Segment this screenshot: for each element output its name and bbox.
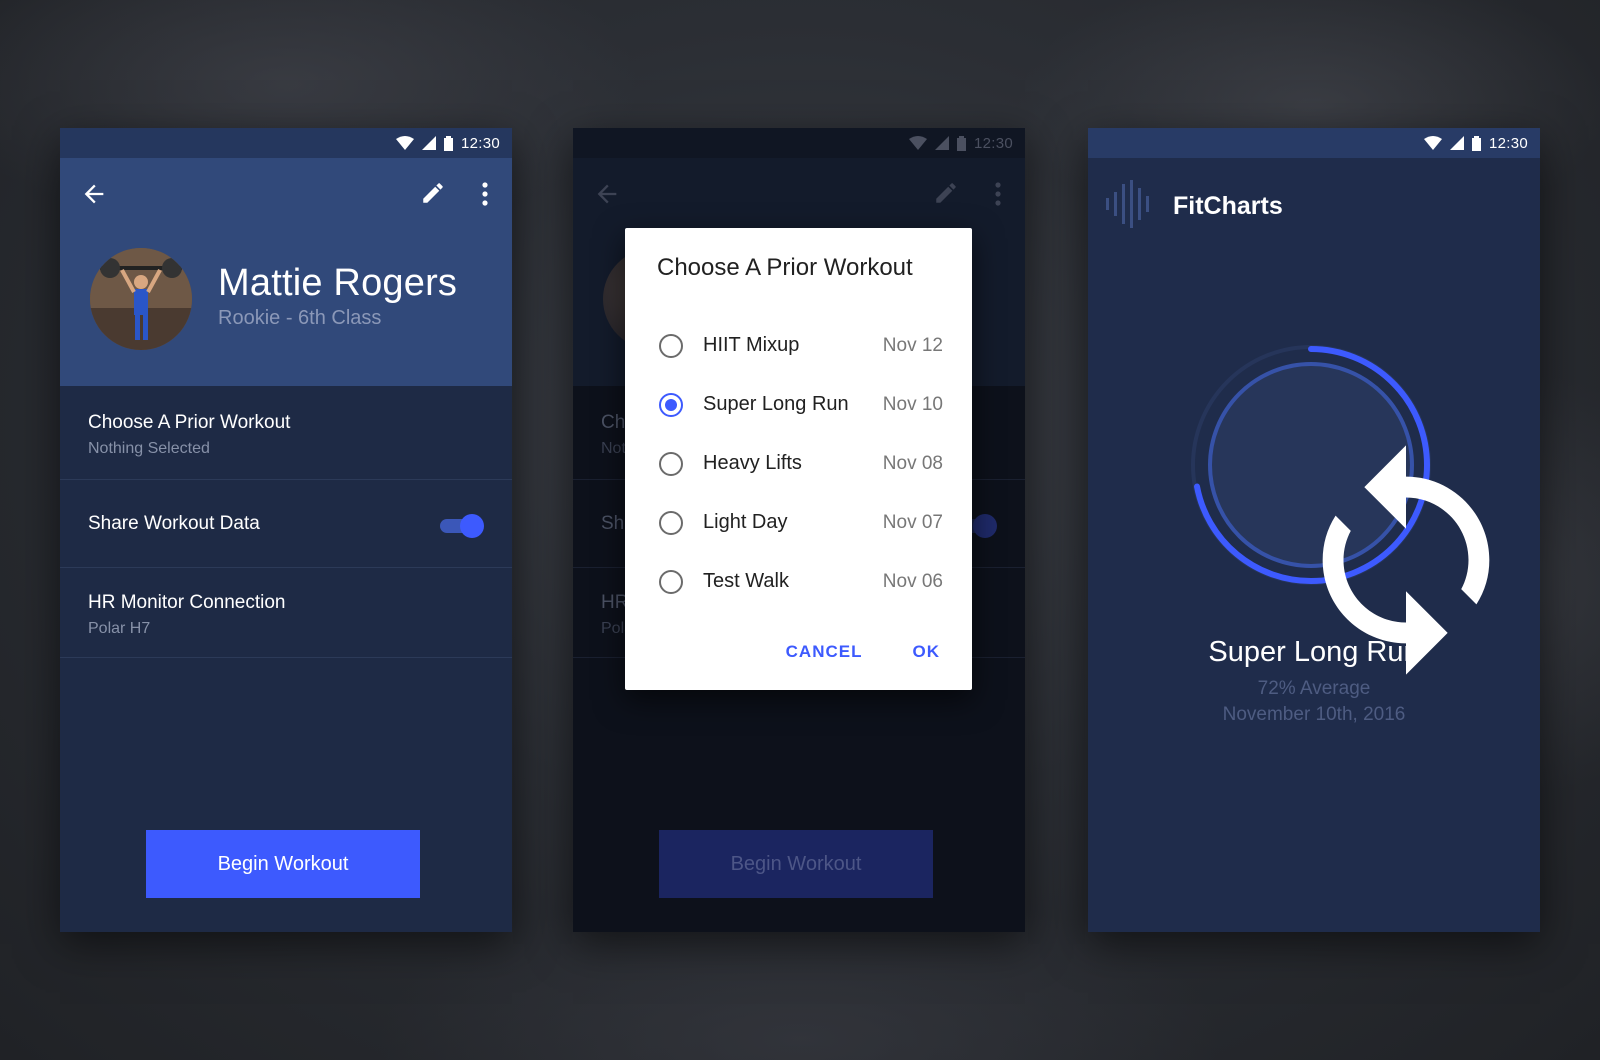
toolbar	[573, 158, 1025, 228]
app-title: FitCharts	[1173, 192, 1283, 220]
fitcharts-screen: 12:30 FitCharts Super Long Run 72% Avera…	[1088, 128, 1540, 932]
dialog-option[interactable]: Test Walk Nov 06	[659, 552, 943, 611]
workout-date: November 10th, 2016	[1222, 704, 1406, 725]
more-vert-icon[interactable]	[480, 180, 490, 208]
status-time: 12:30	[460, 134, 500, 152]
profile-screen: 12:30 Mattie Rogers Rookie - 6th Class C…	[60, 128, 512, 932]
wifi-icon	[1423, 136, 1442, 150]
status-time: 12:30	[973, 134, 1013, 152]
back-arrow-icon[interactable]	[80, 180, 108, 208]
share-data-title: Share Workout Data	[88, 512, 260, 534]
profile-name: Mattie Rogers	[218, 262, 458, 304]
option-label: Heavy Lifts	[703, 452, 802, 474]
dialog-option[interactable]: HIIT Mixup Nov 12	[659, 316, 943, 375]
status-time: 12:30	[1488, 134, 1528, 152]
option-date: Nov 10	[882, 393, 943, 415]
option-label: Super Long Run	[703, 393, 849, 415]
option-label: Test Walk	[703, 570, 789, 592]
edit-pencil-icon[interactable]	[420, 180, 446, 206]
signal-icon	[421, 136, 436, 150]
ok-button[interactable]: OK	[913, 642, 941, 662]
profile-summary: Mattie Rogers Rookie - 6th Class	[90, 248, 457, 350]
radio-button[interactable]	[659, 451, 683, 476]
hr-monitor-item[interactable]: HR Monitor Connection Polar H7	[60, 568, 512, 658]
wifi-icon	[908, 136, 927, 150]
dialog-option[interactable]: Heavy Lifts Nov 08	[659, 434, 943, 493]
begin-workout-button: Begin Workout	[659, 830, 933, 898]
more-vert-icon	[995, 182, 1001, 206]
prior-workout-dialog: Choose A Prior Workout HIIT Mixup Nov 12…	[625, 228, 972, 690]
option-date: Nov 12	[882, 334, 943, 356]
hr-monitor-value: Polar H7	[88, 620, 151, 637]
profile-rank: Rookie - 6th Class	[218, 307, 382, 329]
radio-button[interactable]	[659, 392, 683, 417]
dialog-actions: CANCEL OK	[786, 642, 940, 662]
workout-average: 72% Average	[1257, 678, 1371, 699]
status-bar: 12:30	[573, 128, 1025, 158]
cancel-button[interactable]: CANCEL	[786, 642, 863, 662]
edit-pencil-icon	[936, 183, 956, 203]
progress-ring	[1186, 340, 1490, 675]
option-date: Nov 06	[882, 570, 943, 592]
battery-icon	[1471, 135, 1481, 151]
dialog-options: HIIT Mixup Nov 12 Super Long Run Nov 10 …	[659, 316, 943, 611]
toolbar	[60, 158, 512, 228]
back-arrow-icon	[597, 184, 617, 204]
avatar	[90, 248, 192, 350]
dialog-option[interactable]: Super Long Run Nov 10	[659, 375, 943, 434]
share-data-item[interactable]: Share Workout Data	[60, 480, 512, 568]
dialog-title: Choose A Prior Workout	[657, 254, 913, 281]
status-bar: 12:30	[1088, 128, 1540, 158]
option-label: HIIT Mixup	[703, 334, 800, 356]
battery-icon	[443, 135, 453, 151]
app-header: FitCharts	[1088, 158, 1540, 254]
prior-workout-item[interactable]: Choose A Prior Workout Nothing Selected	[60, 386, 512, 480]
prior-workout-value: Nothing Selected	[88, 440, 210, 457]
option-date: Nov 08	[882, 452, 943, 474]
radio-button[interactable]	[659, 510, 683, 535]
prior-workout-title: Choose A Prior Workout	[88, 412, 291, 433]
option-label: Light Day	[703, 511, 788, 533]
status-bar: 12:30	[60, 128, 512, 158]
signal-icon	[1449, 136, 1464, 150]
begin-workout-button[interactable]: Begin Workout	[146, 830, 420, 898]
option-date: Nov 07	[882, 511, 943, 533]
dialog-option[interactable]: Light Day Nov 07	[659, 493, 943, 552]
radio-button[interactable]	[659, 569, 683, 594]
dialog-screen: 12:30 Choose A Prior Workout Nothing Sel…	[573, 128, 1025, 932]
hr-monitor-title: HR Monitor Connection	[88, 592, 286, 613]
share-data-toggle[interactable]	[440, 514, 484, 538]
workout-name: Super Long Run	[1208, 636, 1420, 668]
wifi-icon	[395, 136, 414, 150]
waveform-logo-icon	[1106, 180, 1149, 228]
profile-header: Mattie Rogers Rookie - 6th Class	[60, 158, 512, 386]
radio-button[interactable]	[659, 333, 683, 358]
battery-icon	[956, 135, 966, 151]
signal-icon	[934, 136, 949, 150]
